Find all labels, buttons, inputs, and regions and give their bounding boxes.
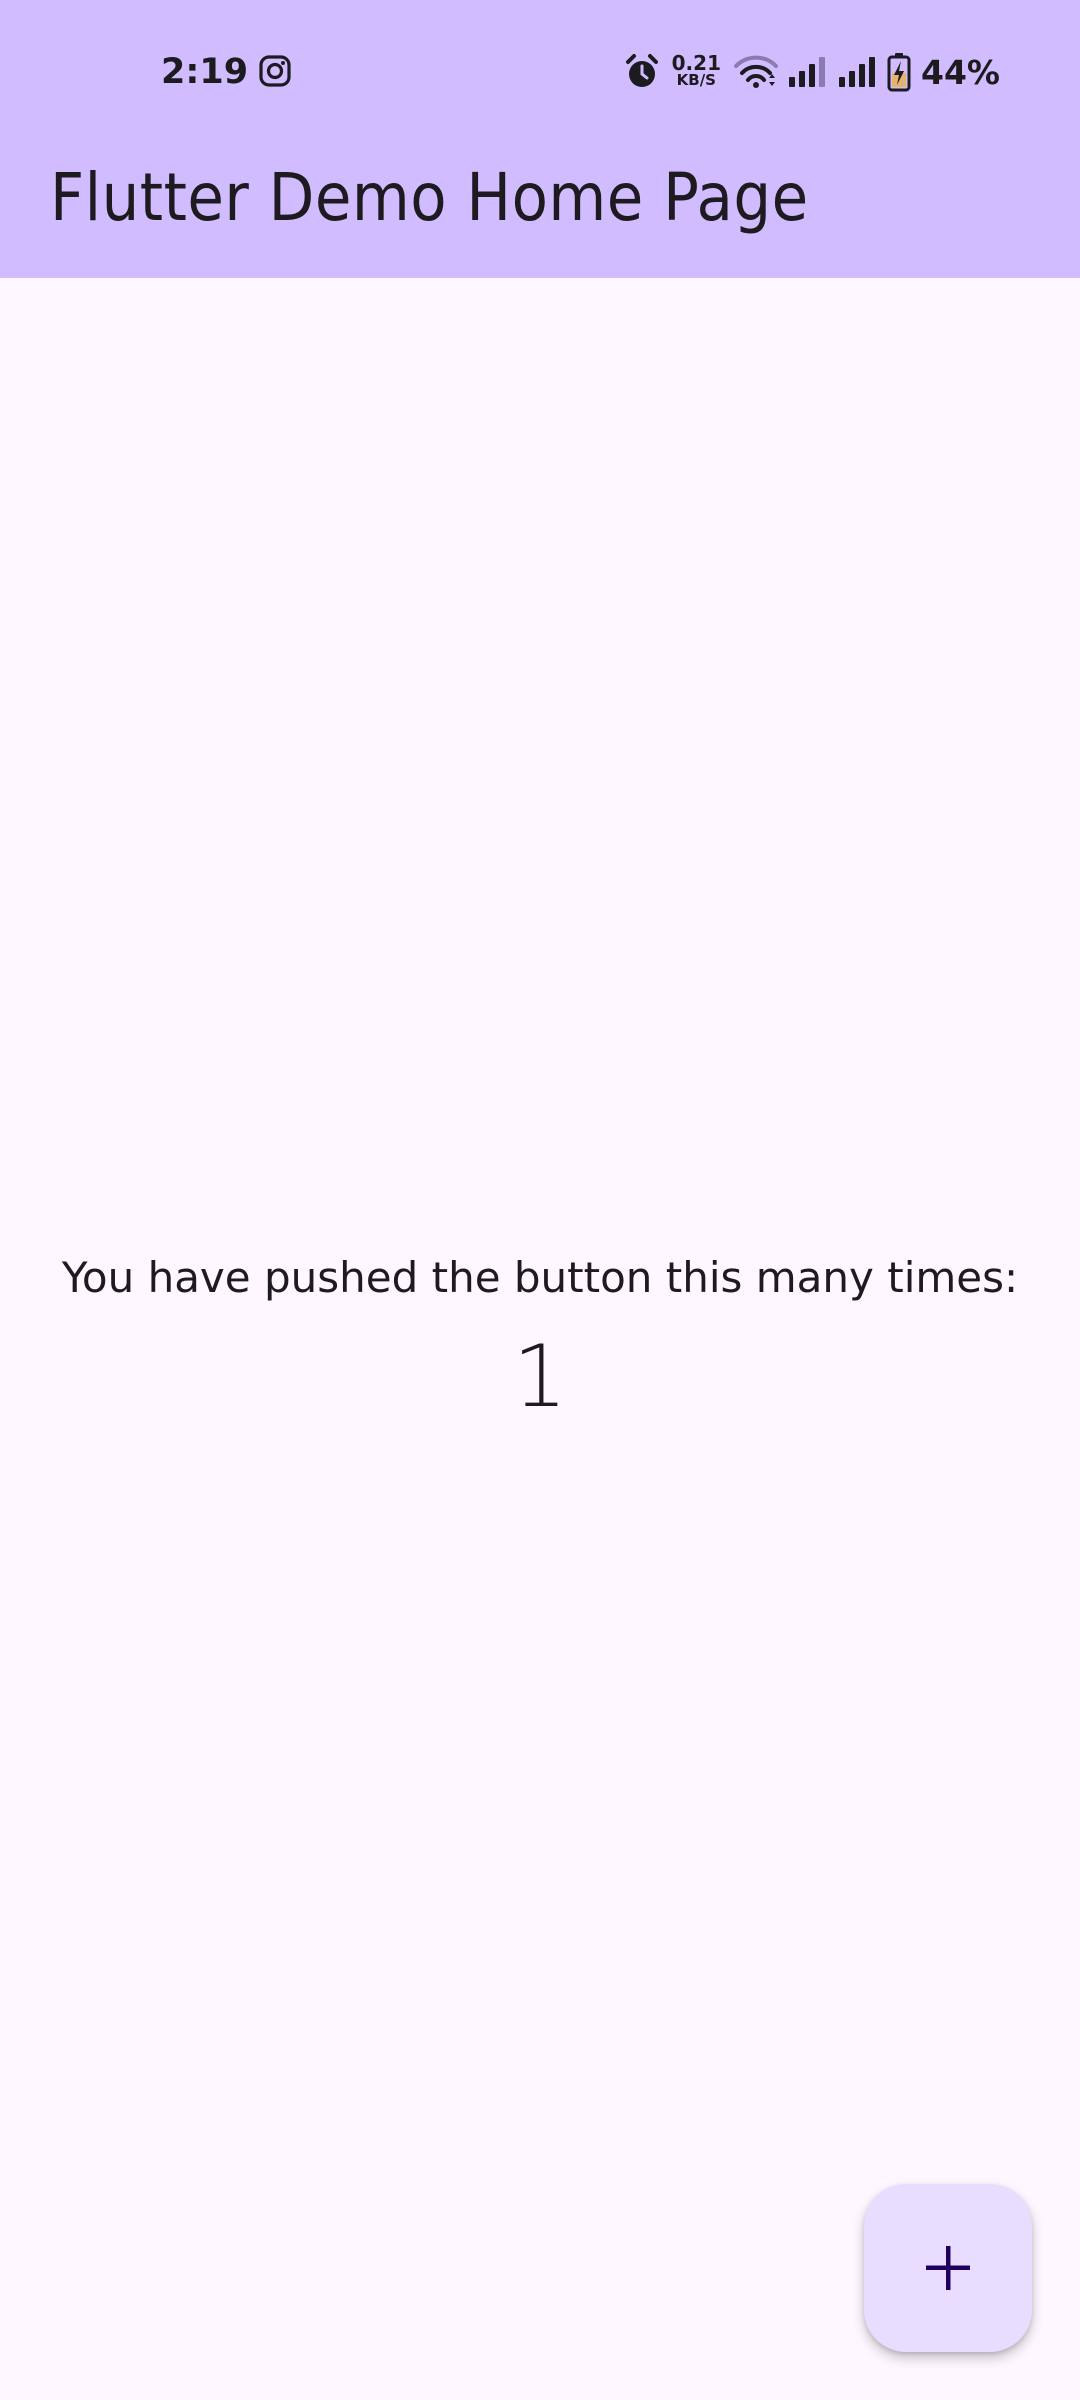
net-speed: 0.21 KB/S <box>671 51 721 89</box>
status-time: 2:19 <box>161 52 249 92</box>
net-speed-unit: KB/S <box>676 71 716 89</box>
counter-message: You have pushed the button this many tim… <box>61 1253 1019 1302</box>
signal-sim1-icon <box>787 55 829 89</box>
counter-value: 1 <box>512 1327 568 1427</box>
status-bar: 2:19 0.21 KB/S 44% <box>0 0 1080 142</box>
wifi-icon <box>733 54 779 90</box>
page-title: Flutter Demo Home Page <box>50 159 809 236</box>
alarm-icon <box>624 53 660 91</box>
battery-charging-icon <box>887 52 911 92</box>
net-speed-value: 0.21 <box>671 51 721 75</box>
status-icons: 0.21 KB/S 44% <box>624 46 1000 98</box>
add-icon <box>922 2242 974 2294</box>
instagram-icon <box>258 54 292 88</box>
signal-sim2-icon <box>837 55 879 89</box>
increment-button[interactable] <box>864 2184 1032 2352</box>
battery-percent: 44% <box>921 52 1000 92</box>
app-bar: 2:19 0.21 KB/S 44% Flutter Demo Home Pag… <box>0 0 1080 278</box>
